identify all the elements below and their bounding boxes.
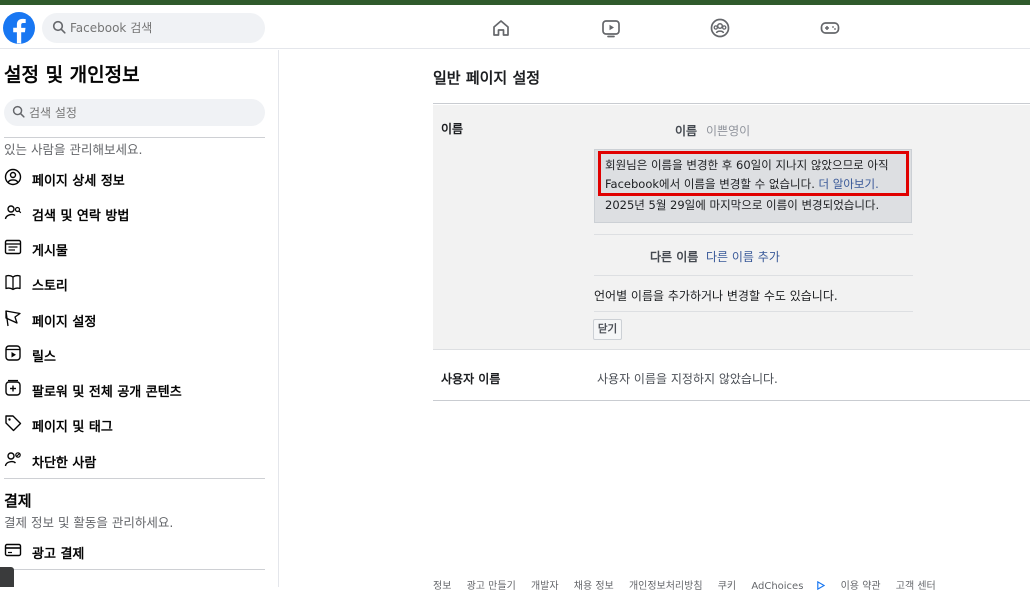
search-icon [12, 105, 25, 118]
sidebar-item-page-details[interactable]: 페이지 상세 정보 [0, 163, 265, 193]
sidebar-divider [4, 478, 265, 479]
sidebar-item-label: 릴스 [32, 350, 56, 365]
sidebar-item-ad-payments[interactable]: 광고 결제 [0, 536, 265, 566]
book-icon [5, 274, 21, 291]
add-other-name-link[interactable]: 다른 이름 추가 [706, 248, 780, 265]
sidebar-item-label: 광고 결제 [32, 547, 85, 562]
reels-icon [5, 345, 21, 361]
sidebar-item-page-settings[interactable]: 페이지 설정 [0, 304, 265, 334]
language-names-note: 언어별 이름을 추가하거나 변경할 수도 있습니다. [594, 289, 838, 303]
search-input[interactable] [70, 13, 260, 43]
sidebar-item-label: 팔로워 및 전체 공개 콘텐츠 [32, 385, 182, 400]
sidebar-title: 설정 및 개인정보 [4, 64, 140, 86]
sidebar-divider [4, 569, 265, 570]
person-search-icon [4, 205, 22, 220]
section-divider [433, 349, 1030, 350]
name-settings-panel [433, 105, 1030, 349]
top-navigation-bar [0, 5, 1030, 49]
learn-more-link[interactable]: 더 알아보기. [819, 177, 879, 191]
adchoices-icon [817, 580, 826, 591]
settings-search-input[interactable] [29, 99, 249, 126]
notice-text-line2-prefix: Facebook에서 이름을 변경할 수 없습니다. [605, 177, 819, 191]
username-value: 사용자 이름을 지정하지 않았습니다. [597, 372, 778, 386]
home-icon[interactable] [490, 17, 512, 39]
username-section-label: 사용자 이름 [441, 372, 501, 386]
groups-icon[interactable] [709, 17, 731, 39]
section-subtitle: 있는 사람을 관리해보세요. [4, 142, 143, 157]
sidebar-item-followers-public-content[interactable]: 팔로워 및 전체 공개 콘텐츠 [0, 374, 265, 404]
sidebar-item-search-contact[interactable]: 검색 및 연락 방법 [0, 198, 265, 228]
sidebar-item-reels[interactable]: 릴스 [0, 339, 265, 369]
name-field-label: 이름 [675, 124, 698, 138]
close-button[interactable]: 닫기 [593, 319, 622, 340]
sidebar-item-label: 페이지 및 태그 [32, 420, 113, 435]
facebook-search-box[interactable] [42, 13, 265, 43]
settings-sidebar: 설정 및 개인정보 있는 사람을 관리해보세요. 페이지 상세 정보 검색 및 … [0, 50, 279, 587]
title-divider [433, 103, 1030, 104]
flag-icon [5, 310, 21, 327]
sidebar-item-label: 페이지 설정 [32, 315, 97, 330]
facebook-logo-icon[interactable] [3, 12, 35, 44]
dark-edge-tab [0, 567, 14, 587]
person-block-icon [4, 452, 21, 467]
tag-icon [5, 415, 22, 432]
payments-heading: 결제 [4, 492, 32, 510]
notice-text-line2: Facebook에서 이름을 변경할 수 없습니다. 더 알아보기. [605, 176, 879, 192]
sidebar-item-stories[interactable]: 스토리 [0, 268, 265, 298]
footer-links: 정보 광고 만들기 개발자 채용 정보 개인정보처리방침 쿠키 AdChoice… [433, 577, 948, 592]
current-name-value: 이쁜영이 [706, 124, 751, 138]
person-circle-icon [4, 168, 22, 186]
name-section-label: 이름 [441, 122, 464, 136]
sidebar-item-label: 게시물 [32, 244, 68, 259]
notice-text-line3: 2025년 5월 29일에 마지막으로 이름이 변경되었습니다. [605, 198, 880, 212]
sidebar-item-label: 스토리 [32, 279, 68, 294]
inner-divider [594, 311, 913, 312]
sidebar-item-pages-tags[interactable]: 페이지 및 태그 [0, 409, 265, 439]
settings-search-box[interactable] [4, 99, 265, 126]
other-names-label: 다른 이름 [650, 250, 699, 264]
inner-divider [594, 275, 913, 276]
inner-divider [594, 234, 913, 235]
posts-icon [4, 239, 22, 255]
video-icon[interactable] [600, 17, 622, 39]
sidebar-item-label: 차단한 사람 [32, 456, 97, 471]
sidebar-item-posts[interactable]: 게시물 [0, 233, 265, 263]
payments-subtitle: 결제 정보 및 활동을 관리하세요. [4, 515, 174, 530]
sidebar-item-blocked-people[interactable]: 차단한 사람 [0, 445, 265, 475]
gaming-icon[interactable] [819, 17, 841, 39]
card-icon [4, 543, 22, 557]
name-change-notice: 회원님은 이름을 변경한 후 60일이 지나지 않았으므로 아직 Faceboo… [594, 149, 912, 223]
plus-square-icon [5, 379, 21, 396]
notice-text-line1: 회원님은 이름을 변경한 후 60일이 지나지 않았으므로 아직 [605, 158, 889, 172]
sidebar-item-label: 검색 및 연락 방법 [32, 209, 130, 224]
sidebar-item-label: 페이지 상세 정보 [32, 174, 125, 189]
section-divider [433, 400, 1030, 401]
sidebar-divider [4, 137, 265, 138]
search-icon [52, 20, 66, 34]
page-title: 일반 페이지 설정 [433, 69, 541, 87]
